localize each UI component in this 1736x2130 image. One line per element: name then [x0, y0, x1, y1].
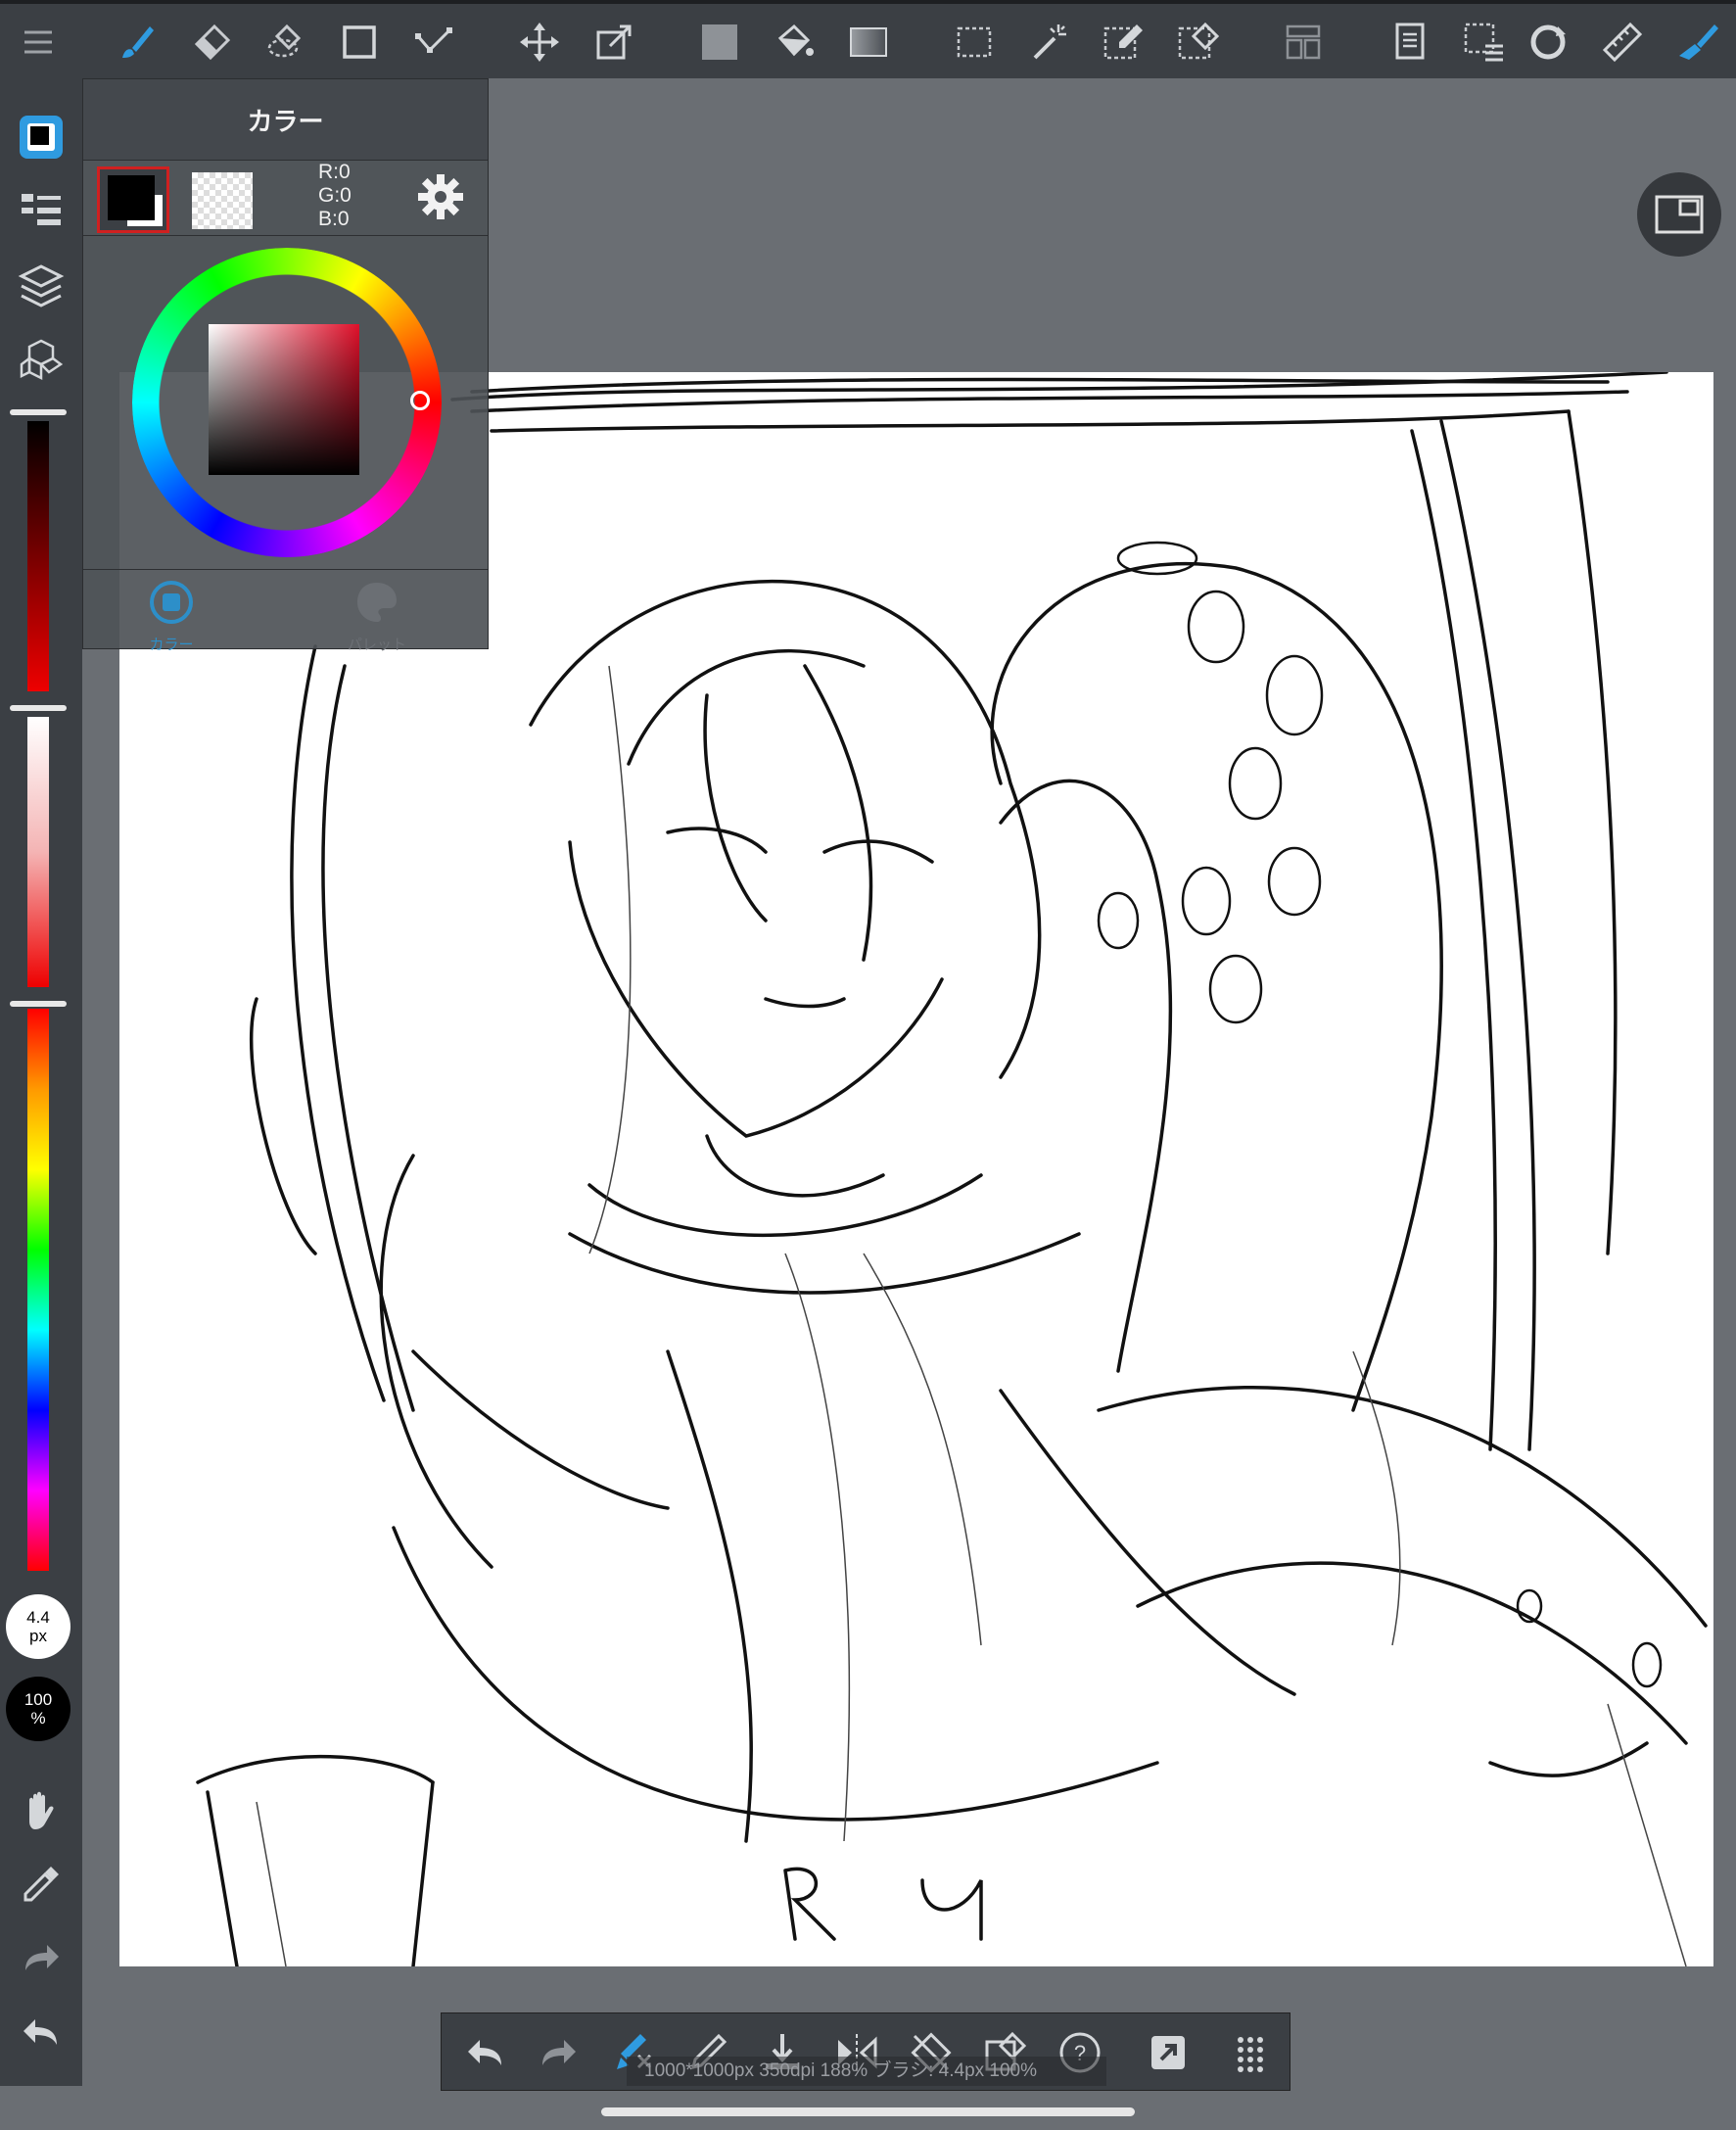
main-color	[108, 175, 155, 220]
color-tab-icon	[150, 581, 193, 624]
transform-icon[interactable]	[589, 18, 638, 67]
tab-color[interactable]: カラー	[113, 578, 230, 654]
saturation-slider[interactable]	[27, 717, 49, 987]
value-slider[interactable]	[27, 421, 49, 691]
undo-icon[interactable]	[459, 2027, 510, 2078]
hand-icon[interactable]	[14, 1782, 69, 1837]
hue-slider[interactable]	[27, 1009, 49, 1571]
color-swatch-icon[interactable]	[14, 110, 69, 165]
saturation-slider-handle[interactable]	[10, 705, 67, 711]
panel-layout-icon[interactable]	[1279, 18, 1328, 67]
palette-tab-icon	[357, 583, 397, 622]
color-swatch-row: R:0 G:0 B:0	[83, 161, 488, 236]
top-toolbar	[0, 0, 1736, 78]
home-indicator[interactable]	[601, 2107, 1135, 2116]
gradient-icon[interactable]	[844, 18, 893, 67]
text-icon[interactable]	[1384, 18, 1433, 67]
opacity-unit: %	[30, 1709, 46, 1728]
color-panel-title: カラー	[247, 106, 324, 136]
redo-icon[interactable]	[14, 1931, 69, 1986]
brush-icon[interactable]	[112, 18, 161, 67]
tab-palette-label: パレット	[347, 637, 406, 653]
fill-color-swatch-icon[interactable]	[695, 18, 744, 67]
grid-dots-icon[interactable]	[1225, 2027, 1276, 2078]
fullscreen-toggle-icon[interactable]	[1637, 172, 1721, 257]
select-pen-icon[interactable]	[1099, 18, 1148, 67]
opacity-button[interactable]: 100 %	[6, 1677, 70, 1741]
path-pen-icon[interactable]	[409, 18, 458, 67]
magic-wand-icon[interactable]	[1024, 18, 1073, 67]
opacity-value: 100	[23, 1690, 53, 1709]
undo-icon[interactable]	[14, 2006, 69, 2060]
hue-picker[interactable]	[410, 391, 430, 410]
rotate-icon[interactable]	[1524, 18, 1572, 67]
square-shape-icon[interactable]	[335, 18, 384, 67]
move-icon[interactable]	[515, 18, 564, 67]
color-panel-tabs: カラー パレット	[83, 570, 488, 653]
tab-color-label: カラー	[149, 637, 194, 653]
rgb-r: R:0	[318, 161, 351, 183]
eraser-icon[interactable]	[186, 18, 235, 67]
hamburger-icon[interactable]	[14, 18, 63, 67]
export-icon[interactable]	[1143, 2027, 1194, 2078]
rgb-readout: R:0 G:0 B:0	[318, 161, 352, 231]
redo-icon[interactable]	[534, 2027, 585, 2078]
hue-slider-handle[interactable]	[10, 1001, 67, 1007]
status-readout: 1000*1000px 350dpi 188% ブラシ: 4.4px 100%	[627, 2057, 1106, 2086]
materials-icon[interactable]	[14, 333, 69, 388]
color-panel: カラー R:0 G:0 B:0 カラー パレット	[82, 78, 489, 653]
select-eraser-icon[interactable]	[1173, 18, 1222, 67]
eyedropper-icon[interactable]	[14, 1857, 69, 1912]
layers-icon[interactable]	[14, 259, 69, 313]
saturation-value-square[interactable]	[209, 324, 359, 475]
rgb-g: G:0	[318, 184, 352, 207]
main-color-swatch[interactable]	[97, 166, 169, 233]
selection-menu-icon[interactable]	[1459, 18, 1508, 67]
brush-size-button[interactable]: 4.4 px	[6, 1594, 70, 1659]
gear-icon[interactable]	[416, 172, 465, 221]
color-wheel-area	[83, 236, 488, 570]
paint-bucket-icon[interactable]	[770, 18, 819, 67]
transparent-color-swatch[interactable]	[192, 172, 253, 229]
left-sidebar: 4.4 px 100 %	[0, 78, 82, 2086]
value-slider-handle[interactable]	[10, 409, 67, 415]
brush-size-unit: px	[29, 1627, 47, 1645]
tab-palette[interactable]: パレット	[318, 578, 436, 654]
brush-list-icon[interactable]	[14, 184, 69, 239]
snap-pen-icon[interactable]	[1672, 18, 1721, 67]
brush-size-value: 4.4	[26, 1608, 50, 1627]
color-panel-header: カラー	[83, 79, 488, 161]
lasso-eraser-icon[interactable]	[260, 18, 309, 67]
ruler-icon[interactable]	[1598, 18, 1647, 67]
rgb-b: B:0	[318, 208, 350, 230]
rect-select-icon[interactable]	[950, 18, 999, 67]
